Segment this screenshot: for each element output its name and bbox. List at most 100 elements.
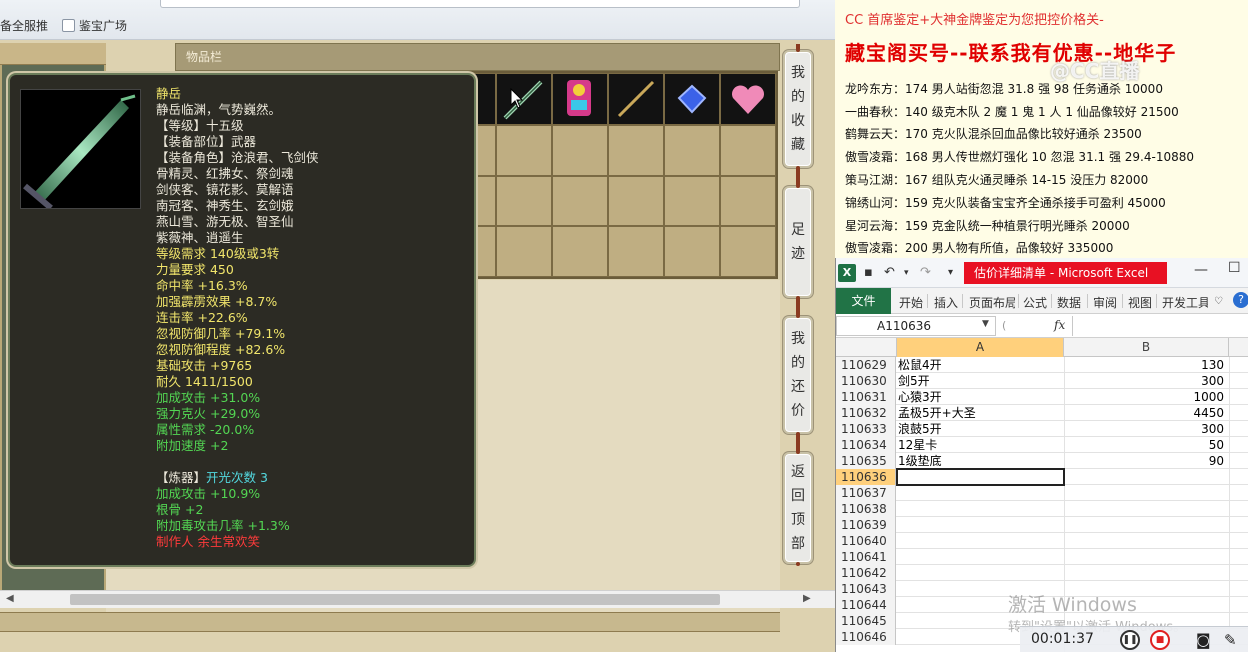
cell-a[interactable]: 剑5开 [898, 373, 1062, 389]
column-header-b[interactable]: B [1064, 338, 1229, 357]
cell-b[interactable]: 130 [1064, 357, 1224, 373]
ribbon-collapse-icon[interactable]: ♡ [1214, 296, 1223, 307]
inventory-slot[interactable] [720, 73, 776, 125]
tab-view[interactable]: 视图 [1128, 294, 1152, 311]
inventory-slot[interactable] [608, 125, 664, 176]
cell-b[interactable]: 300 [1064, 421, 1224, 437]
table-row: 110632 孟极5开+大圣 4450 [836, 405, 1248, 421]
row-header[interactable]: 110645 [836, 613, 896, 629]
back-to-top-button[interactable]: 返 回 顶 部 [783, 450, 813, 566]
cell-b[interactable]: 90 [1064, 453, 1224, 469]
tab-developer[interactable]: 开发工具 [1162, 294, 1208, 311]
row-header[interactable]: 110635 [836, 453, 896, 469]
inventory-slot[interactable] [720, 175, 776, 227]
inventory-slot[interactable] [664, 175, 720, 227]
row-header[interactable]: 110634 [836, 437, 896, 453]
inventory-slot[interactable] [608, 226, 664, 277]
tab-page-layout[interactable]: 页面布局 [969, 294, 1015, 311]
row-header[interactable]: 110630 [836, 373, 896, 389]
row-header[interactable]: 110629 [836, 357, 896, 373]
bookmark-1[interactable]: 备全服推 [0, 17, 48, 34]
scroll-right-arrow-icon[interactable]: ▶ [803, 593, 811, 604]
inventory-slot[interactable] [720, 226, 776, 277]
cell-a[interactable]: 1级垫底 [898, 453, 1062, 469]
scroll-left-arrow-icon[interactable]: ◀ [6, 593, 14, 604]
inventory-slot[interactable] [552, 226, 608, 277]
cell-a[interactable]: 心猿3开 [898, 389, 1062, 405]
footprints-button[interactable]: 足 迹 [783, 184, 813, 300]
my-favorites-button[interactable]: 我 的 收 藏 [783, 48, 813, 170]
undo-icon[interactable]: ↶ [884, 265, 895, 280]
minimize-icon[interactable]: — [1194, 262, 1208, 278]
pen-icon[interactable]: ✎ [1224, 631, 1237, 649]
cell-a[interactable]: 孟极5开+大圣 [898, 405, 1062, 421]
table-row: 110637 [836, 485, 1248, 501]
bookmark-1-label: 备全服推 [0, 19, 49, 33]
cell-b[interactable]: 1000 [1064, 389, 1224, 405]
tab-formulas[interactable]: 公式 [1023, 294, 1047, 311]
tab-file[interactable]: 文件 [836, 288, 891, 314]
row-header[interactable]: 110639 [836, 517, 896, 533]
row-header[interactable]: 110642 [836, 565, 896, 581]
tab-data[interactable]: 数据 [1057, 294, 1081, 311]
row-header[interactable]: 110632 [836, 405, 896, 421]
row-header[interactable]: 110640 [836, 533, 896, 549]
inventory-slot[interactable] [608, 175, 664, 227]
fx-icon[interactable]: fx [1054, 318, 1065, 332]
tab-insert[interactable]: 插入 [934, 294, 958, 311]
tab-review[interactable]: 审阅 [1093, 294, 1117, 311]
inventory-slot[interactable] [608, 73, 664, 125]
name-box[interactable]: A110636 [836, 316, 996, 336]
redo-icon[interactable]: ↷ [920, 265, 931, 280]
camera-icon[interactable]: ◙ [1196, 631, 1211, 649]
formula-input[interactable] [1072, 316, 1248, 336]
row-header[interactable]: 110644 [836, 597, 896, 613]
customize-toolbar-icon[interactable]: ▾ [948, 267, 953, 278]
inventory-slot[interactable] [496, 175, 552, 227]
inventory-slot[interactable] [552, 125, 608, 176]
item-roles-line: 燕山雪、游无极、智圣仙 [156, 214, 294, 229]
help-icon[interactable]: ? [1233, 292, 1248, 308]
row-header[interactable]: 110631 [836, 389, 896, 405]
stop-icon[interactable]: ■ [1150, 630, 1170, 650]
inventory-slot[interactable] [496, 73, 552, 125]
row-header[interactable]: 110646 [836, 629, 896, 645]
inventory-slot[interactable] [552, 73, 608, 125]
my-counteroffers-button[interactable]: 我 的 还 价 [783, 314, 813, 436]
cell-a[interactable]: 12星卡 [898, 437, 1062, 453]
row-header[interactable]: 110633 [836, 421, 896, 437]
cell-a[interactable]: 浪鼓5开 [898, 421, 1062, 437]
tab-home[interactable]: 开始 [899, 294, 923, 311]
auction-row: 傲雪凌霜：200 男人物有所值，品像较好 335000 [845, 241, 1114, 255]
cell-b[interactable]: 50 [1064, 437, 1224, 453]
inventory-slot[interactable] [720, 125, 776, 176]
cell-b[interactable]: 300 [1064, 373, 1224, 389]
inventory-slot[interactable] [664, 73, 720, 125]
cell-a[interactable]: 松鼠4开 [898, 357, 1062, 373]
side-button-char: 我 [791, 331, 805, 347]
row-header[interactable]: 110643 [836, 581, 896, 597]
inventory-slot[interactable] [664, 226, 720, 277]
side-button-char: 藏 [791, 137, 805, 153]
pause-icon[interactable]: ❚❚ [1120, 630, 1140, 650]
cell-b[interactable]: 4450 [1064, 405, 1224, 421]
items-title-bar [175, 43, 780, 71]
name-box-dropdown-icon[interactable]: ▼ [982, 319, 989, 329]
table-row: 110641 [836, 549, 1248, 565]
scrollbar-thumb[interactable] [70, 594, 720, 605]
inventory-slot[interactable] [496, 125, 552, 176]
bookmark-2[interactable]: 鉴宝广场 [62, 17, 127, 34]
address-bar[interactable] [160, 0, 800, 8]
row-header[interactable]: 110638 [836, 501, 896, 517]
inventory-slot[interactable] [552, 175, 608, 227]
column-header-a[interactable]: A [896, 338, 1064, 357]
maximize-icon[interactable]: ☐ [1228, 260, 1241, 276]
save-icon[interactable]: ▪ [864, 265, 873, 280]
inventory-slot[interactable] [496, 226, 552, 277]
row-header[interactable]: 110637 [836, 485, 896, 501]
row-header-selected[interactable]: 110636 [836, 469, 896, 485]
undo-dropdown-icon[interactable]: ▾ [904, 268, 909, 278]
active-cell-cursor[interactable] [896, 468, 1065, 486]
row-header[interactable]: 110641 [836, 549, 896, 565]
inventory-slot[interactable] [664, 125, 720, 176]
